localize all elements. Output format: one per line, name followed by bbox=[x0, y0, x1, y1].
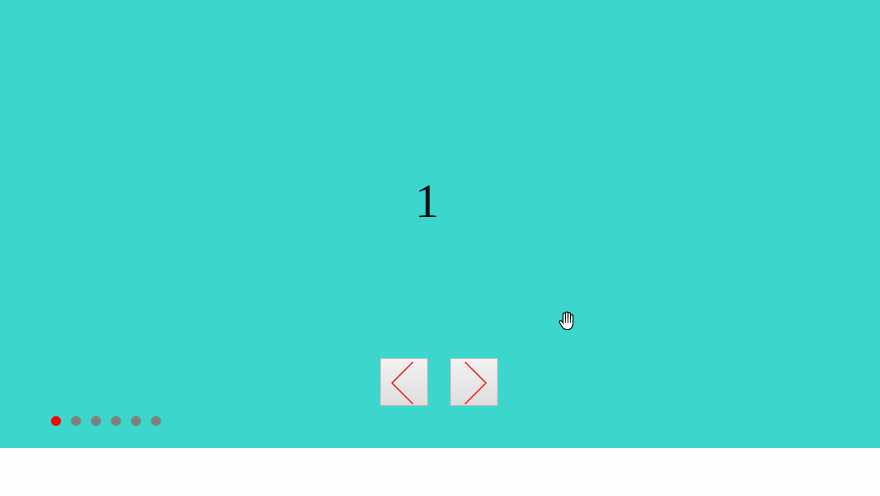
prev-button[interactable] bbox=[380, 358, 428, 406]
pagination-dot-2[interactable] bbox=[71, 416, 81, 426]
chevron-left-icon bbox=[391, 361, 414, 405]
pagination-dots bbox=[51, 416, 161, 426]
pagination-dot-3[interactable] bbox=[91, 416, 101, 426]
pagination-dot-5[interactable] bbox=[131, 416, 141, 426]
pagination-dot-1[interactable] bbox=[51, 416, 61, 426]
pagination-dot-4[interactable] bbox=[111, 416, 121, 426]
hand-cursor-icon bbox=[558, 311, 574, 330]
carousel[interactable]: 1 bbox=[0, 0, 880, 448]
next-button[interactable] bbox=[450, 358, 498, 406]
page-footer-area bbox=[0, 448, 880, 496]
chevron-right-icon bbox=[464, 361, 487, 405]
pagination-dot-6[interactable] bbox=[151, 416, 161, 426]
slide-number: 1 bbox=[415, 175, 439, 228]
